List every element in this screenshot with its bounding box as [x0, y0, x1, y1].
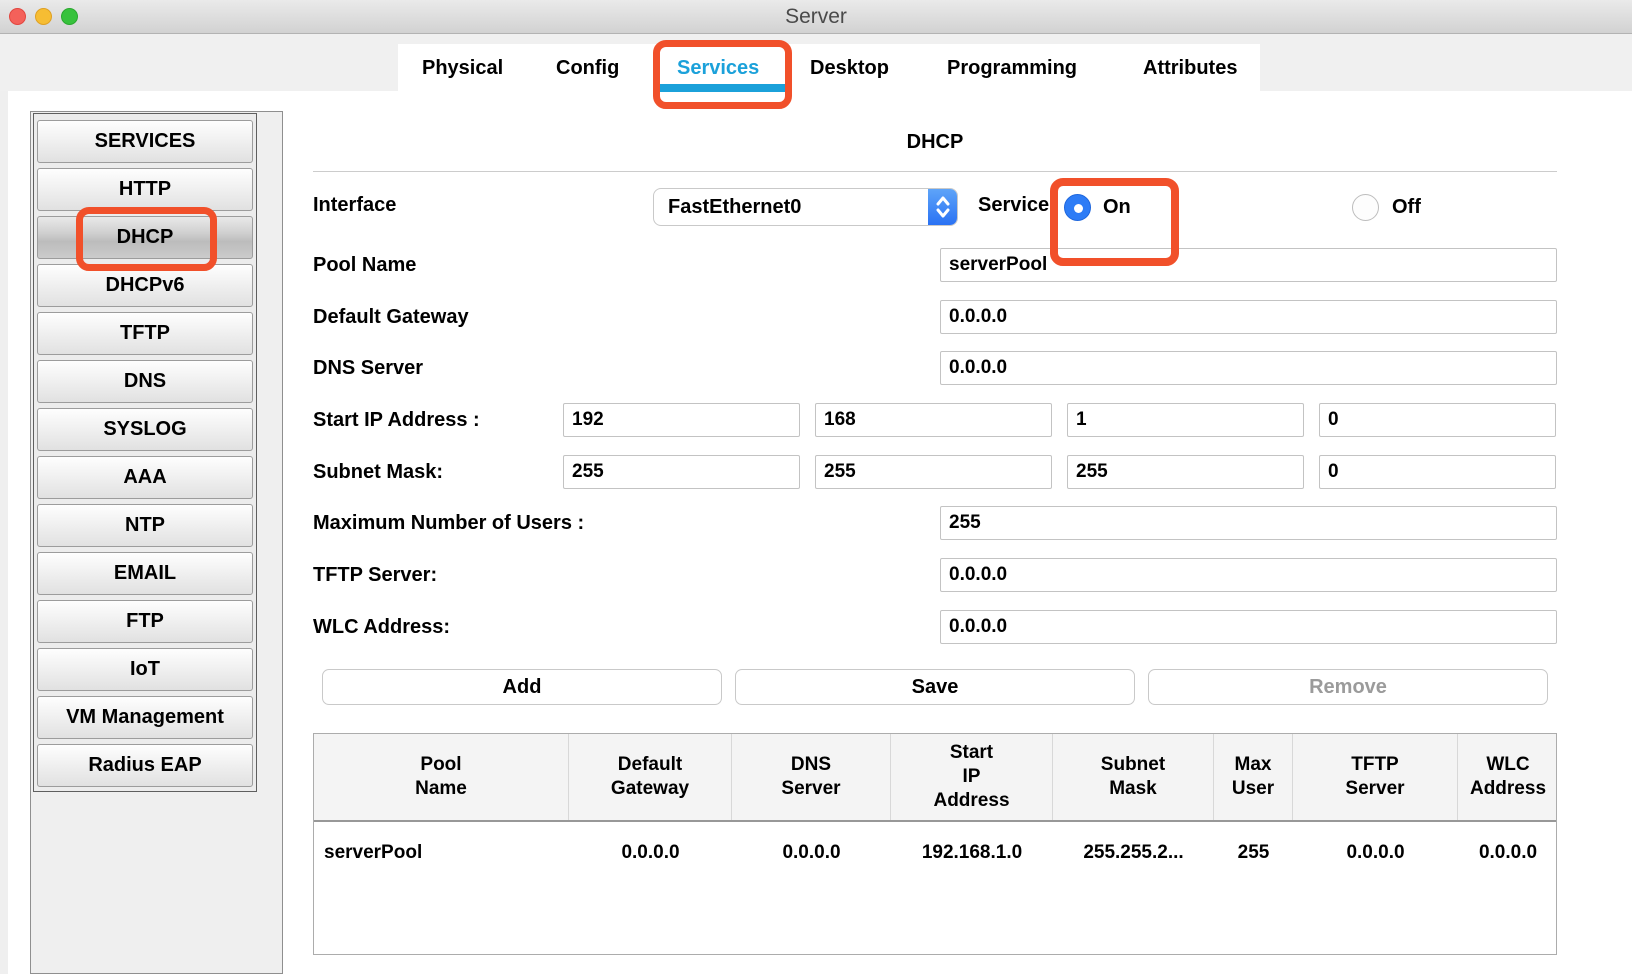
- window-titlebar: Server: [0, 0, 1632, 34]
- cell-max-user: 255: [1214, 842, 1293, 864]
- dhcp-pool-table: Pool Name Default Gateway DNS Server Sta…: [313, 733, 1557, 955]
- sidebar-item-syslog[interactable]: SYSLOG: [37, 408, 253, 451]
- sidebar-item-ftp[interactable]: FTP: [37, 600, 253, 643]
- start-ip-octet-2[interactable]: [815, 403, 1052, 437]
- subnet-mask-octet-3[interactable]: [1067, 455, 1304, 489]
- combo-stepper-icon[interactable]: [928, 189, 957, 225]
- cell-tftp-server: 0.0.0.0: [1293, 842, 1458, 864]
- start-ip-octet-4[interactable]: [1319, 403, 1556, 437]
- annotation-services-tab: [653, 40, 792, 109]
- tab-bar: Physical Config Services Desktop Program…: [398, 44, 1260, 91]
- subnet-mask-octet-4[interactable]: [1319, 455, 1556, 489]
- start-ip-octet-3[interactable]: [1067, 403, 1304, 437]
- sidebar-item-ntp[interactable]: NTP: [37, 504, 253, 547]
- tab-band: Physical Config Services Desktop Program…: [0, 34, 1632, 91]
- subnet-mask-octet-2[interactable]: [815, 455, 1052, 489]
- minimize-window-icon[interactable]: [35, 8, 52, 25]
- cell-pool-name: serverPool: [314, 842, 569, 864]
- tab-physical[interactable]: Physical: [422, 57, 503, 80]
- page-title: DHCP: [313, 131, 1557, 154]
- col-header-dns-server: DNS Server: [732, 734, 891, 820]
- col-header-default-gateway: Default Gateway: [569, 734, 732, 820]
- close-window-icon[interactable]: [9, 8, 26, 25]
- sidebar-item-http[interactable]: HTTP: [37, 168, 253, 211]
- heading-divider: [313, 171, 1557, 172]
- col-header-pool-name: Pool Name: [314, 734, 569, 820]
- col-header-start-ip: Start IP Address: [891, 734, 1053, 820]
- wlc-address-input[interactable]: [940, 610, 1557, 644]
- max-users-input[interactable]: [940, 506, 1557, 540]
- subnet-mask-label: Subnet Mask:: [313, 461, 443, 484]
- tab-desktop[interactable]: Desktop: [810, 57, 889, 80]
- wlc-address-label: WLC Address:: [313, 616, 450, 639]
- interface-select[interactable]: FastEthernet0: [653, 188, 958, 226]
- tab-config[interactable]: Config: [556, 57, 619, 80]
- start-ip-octet-1[interactable]: [563, 403, 800, 437]
- cell-dns-server: 0.0.0.0: [732, 842, 891, 864]
- annotation-service-on: [1050, 178, 1179, 266]
- service-off-radio[interactable]: [1352, 194, 1379, 221]
- service-label: Service: [978, 194, 1049, 217]
- pool-name-input[interactable]: [940, 248, 1557, 282]
- dns-server-input[interactable]: [940, 351, 1557, 385]
- add-button[interactable]: Add: [322, 669, 722, 705]
- pool-table-row[interactable]: serverPool 0.0.0.0 0.0.0.0 192.168.1.0 2…: [314, 822, 1556, 864]
- col-header-max-user: Max User: [1214, 734, 1293, 820]
- sidebar-item-email[interactable]: EMAIL: [37, 552, 253, 595]
- interface-label: Interface: [313, 194, 396, 217]
- default-gateway-label: Default Gateway: [313, 306, 469, 329]
- sidebar-item-iot[interactable]: IoT: [37, 648, 253, 691]
- sidebar-item-services-header[interactable]: SERVICES: [37, 120, 253, 163]
- col-header-tftp-server: TFTP Server: [1293, 734, 1458, 820]
- sidebar-item-radius-eap[interactable]: Radius EAP: [37, 744, 253, 787]
- subnet-mask-octet-1[interactable]: [563, 455, 800, 489]
- start-ip-label: Start IP Address :: [313, 409, 480, 432]
- tab-programming[interactable]: Programming: [947, 57, 1077, 80]
- cell-start-ip: 192.168.1.0: [891, 842, 1053, 864]
- sidebar-item-dns[interactable]: DNS: [37, 360, 253, 403]
- default-gateway-input[interactable]: [940, 300, 1557, 334]
- pool-table-header: Pool Name Default Gateway DNS Server Sta…: [314, 734, 1556, 822]
- cell-wlc-address: 0.0.0.0: [1458, 842, 1558, 864]
- tftp-server-label: TFTP Server:: [313, 564, 437, 587]
- cell-subnet-mask: 255.255.2...: [1053, 842, 1214, 864]
- pool-name-label: Pool Name: [313, 254, 416, 277]
- col-header-subnet-mask: Subnet Mask: [1053, 734, 1214, 820]
- cell-default-gateway: 0.0.0.0: [569, 842, 732, 864]
- sidebar-item-tftp[interactable]: TFTP: [37, 312, 253, 355]
- window-title: Server: [0, 0, 1632, 33]
- window-left-margin: [0, 91, 8, 974]
- dns-server-label: DNS Server: [313, 357, 423, 380]
- tftp-server-input[interactable]: [940, 558, 1557, 592]
- sidebar-item-vm-management[interactable]: VM Management: [37, 696, 253, 739]
- annotation-dhcp-item: [76, 207, 217, 271]
- interface-selected-value: FastEthernet0: [668, 189, 801, 225]
- tab-attributes[interactable]: Attributes: [1143, 57, 1237, 80]
- save-button[interactable]: Save: [735, 669, 1135, 705]
- col-header-wlc-address: WLC Address: [1458, 734, 1558, 820]
- zoom-window-icon[interactable]: [61, 8, 78, 25]
- service-off-label: Off: [1392, 196, 1421, 219]
- sidebar-item-aaa[interactable]: AAA: [37, 456, 253, 499]
- remove-button[interactable]: Remove: [1148, 669, 1548, 705]
- max-users-label: Maximum Number of Users :: [313, 512, 584, 535]
